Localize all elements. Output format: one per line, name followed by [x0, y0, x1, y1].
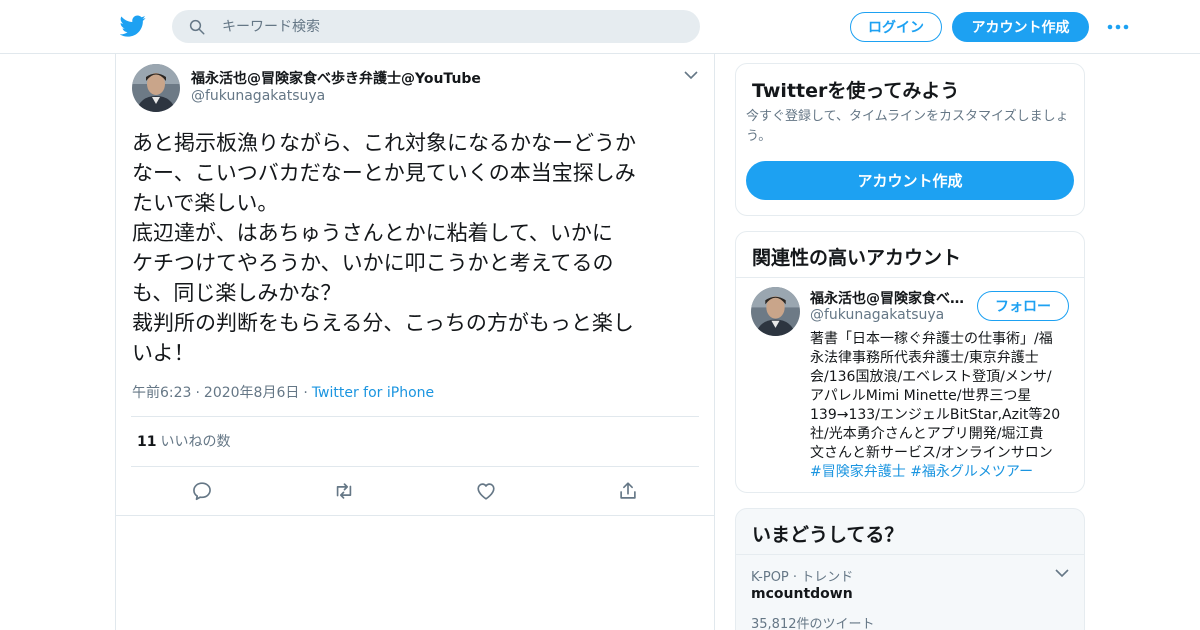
divider — [116, 515, 714, 516]
signup-card-button[interactable]: アカウント作成 — [746, 161, 1074, 200]
tweet-time[interactable]: 午前6:23 — [132, 385, 191, 401]
avatar-photo-icon — [132, 64, 180, 112]
trends-title: いまどうしてる？ — [752, 524, 904, 546]
related-account-bio: 著書「日本一稼ぐ弁護士の仕事術」/福 永法律事務所代表弁護士/東京弁護士 会/1… — [810, 330, 1076, 482]
trend-category-name: K-POP — [751, 570, 789, 585]
meta-separator: · — [303, 385, 308, 401]
divider — [736, 277, 1084, 278]
trend-name-link[interactable]: mcountdown — [751, 586, 853, 602]
related-account-handle[interactable]: @fukunagakatsuya — [810, 307, 944, 323]
trends-card: いまどうしてる？ K-POP · トレンド mcountdown 35,812件… — [735, 508, 1085, 630]
like-count[interactable]: 11 いいねの数 — [137, 431, 230, 451]
signup-button[interactable]: アカウント作成 — [952, 12, 1089, 42]
more-dots-icon[interactable] — [1106, 18, 1130, 36]
login-button[interactable]: ログイン — [850, 12, 942, 42]
divider — [131, 416, 699, 417]
search-bar[interactable] — [172, 10, 700, 43]
tweet-text-line: 底辺達が、はあちゅうさんとかに粘着して、いかに — [132, 221, 613, 245]
search-input[interactable] — [222, 10, 682, 43]
signup-card-title: Twitterを使ってみよう — [752, 80, 960, 102]
tweet-text-line: も、同じ楽しみかな？ — [132, 281, 342, 305]
related-accounts-card: 関連性の高いアカウント 福永活也@冒険家食べ歩き弁護士@YouTube @fuk… — [735, 231, 1085, 493]
like-count-label: いいねの数 — [160, 434, 231, 450]
trend-category-label: トレンド — [801, 570, 854, 585]
related-account-name[interactable]: 福永活也@冒険家食べ歩き弁護士@YouTube — [810, 288, 964, 308]
top-navigation-bar: ログイン アカウント作成 — [0, 0, 1200, 54]
search-icon — [189, 19, 205, 35]
twitter-bird-icon[interactable] — [120, 13, 146, 39]
share-icon[interactable] — [617, 480, 639, 502]
follow-button[interactable]: フォロー — [977, 291, 1069, 321]
chevron-down-icon[interactable] — [1054, 566, 1070, 580]
avatar[interactable] — [751, 287, 800, 336]
bio-line: アパレルMimi Minette/世界三つ星 — [810, 388, 1032, 404]
signup-card-subtitle: 今すぐ登録して、タイムラインをカスタマイズしましょ う。 — [746, 107, 1076, 147]
like-count-number: 11 — [137, 434, 157, 450]
bio-line: 永法律事務所代表弁護士/東京弁護士 — [810, 350, 1039, 366]
tweet-text-line: ケチつけてやろうか、いかに叩こうかと考えてるの — [132, 251, 614, 275]
tweet-text-line: なー、こいつバカだなーとか見ていくの本当宝探しみ — [132, 161, 636, 185]
tweet-text-line: 裁判所の判断をもらえる分、こっちの方がもっと楽し — [132, 311, 634, 335]
bio-line: 文さんと新サービス/オンラインサロン — [810, 445, 1053, 461]
divider — [736, 554, 1084, 555]
avatar-photo-icon — [751, 287, 800, 336]
tweet-text: あと掲示板漁りながら、これ対象になるかなーどうか なー、こいつバカだなーとか見て… — [132, 128, 704, 368]
trend-category: K-POP · トレンド — [751, 566, 853, 585]
bio-line: 会/136国放浪/エベレスト登頂/メンサ/ — [810, 369, 1052, 385]
retweet-icon[interactable] — [333, 480, 355, 502]
divider — [131, 466, 699, 467]
tweet-text-line: たいで楽しい。 — [132, 191, 279, 215]
related-accounts-title: 関連性の高いアカウント — [752, 247, 962, 269]
tweet-date[interactable]: 2020年8月6日 — [204, 385, 299, 401]
tweet-author-name[interactable]: 福永活也@冒険家食べ歩き弁護士@YouTube — [191, 68, 481, 88]
hashtag-link[interactable]: #福永グルメツアー — [910, 464, 1033, 480]
tweet-detail: 福永活也@冒険家食べ歩き弁護士@YouTube @fukunagakatsuya… — [115, 54, 715, 630]
tweet-text-line: いよ！ — [132, 341, 195, 365]
avatar[interactable] — [132, 64, 180, 112]
bio-line: 139→133/エンジェルBitStar,Azit等20 — [810, 407, 1061, 423]
like-icon[interactable] — [475, 480, 497, 502]
bio-hashtags: #冒険家弁護士 #福永グルメツアー — [810, 463, 1076, 482]
tweet-source-link[interactable]: Twitter for iPhone — [312, 385, 434, 401]
chevron-down-icon[interactable] — [683, 68, 699, 82]
tweet-timestamp: 午前6:23 · 2020年8月6日 · Twitter for iPhone — [132, 382, 434, 402]
signup-card: Twitterを使ってみよう 今すぐ登録して、タイムラインをカスタマイズしましょ… — [735, 63, 1085, 216]
tweet-author-handle[interactable]: @fukunagakatsuya — [191, 88, 325, 104]
meta-separator: · — [195, 385, 200, 401]
bio-line: 著書「日本一稼ぐ弁護士の仕事術」/福 — [810, 331, 1053, 347]
meta-separator: · — [792, 570, 798, 585]
tweet-text-line: あと掲示板漁りながら、これ対象になるかなーどうか — [132, 131, 636, 155]
signup-subtitle-line: 今すぐ登録して、タイムラインをカスタマイズしましょ — [746, 109, 1069, 124]
bio-line: 社/光本勇介さんとアプリ開発/堀江貴 — [810, 426, 1044, 442]
trend-tweet-count: 35,812件のツイート — [751, 617, 875, 630]
hashtag-link[interactable]: #冒険家弁護士 — [810, 464, 906, 480]
reply-icon[interactable] — [191, 480, 213, 502]
signup-subtitle-line: う。 — [746, 129, 772, 144]
